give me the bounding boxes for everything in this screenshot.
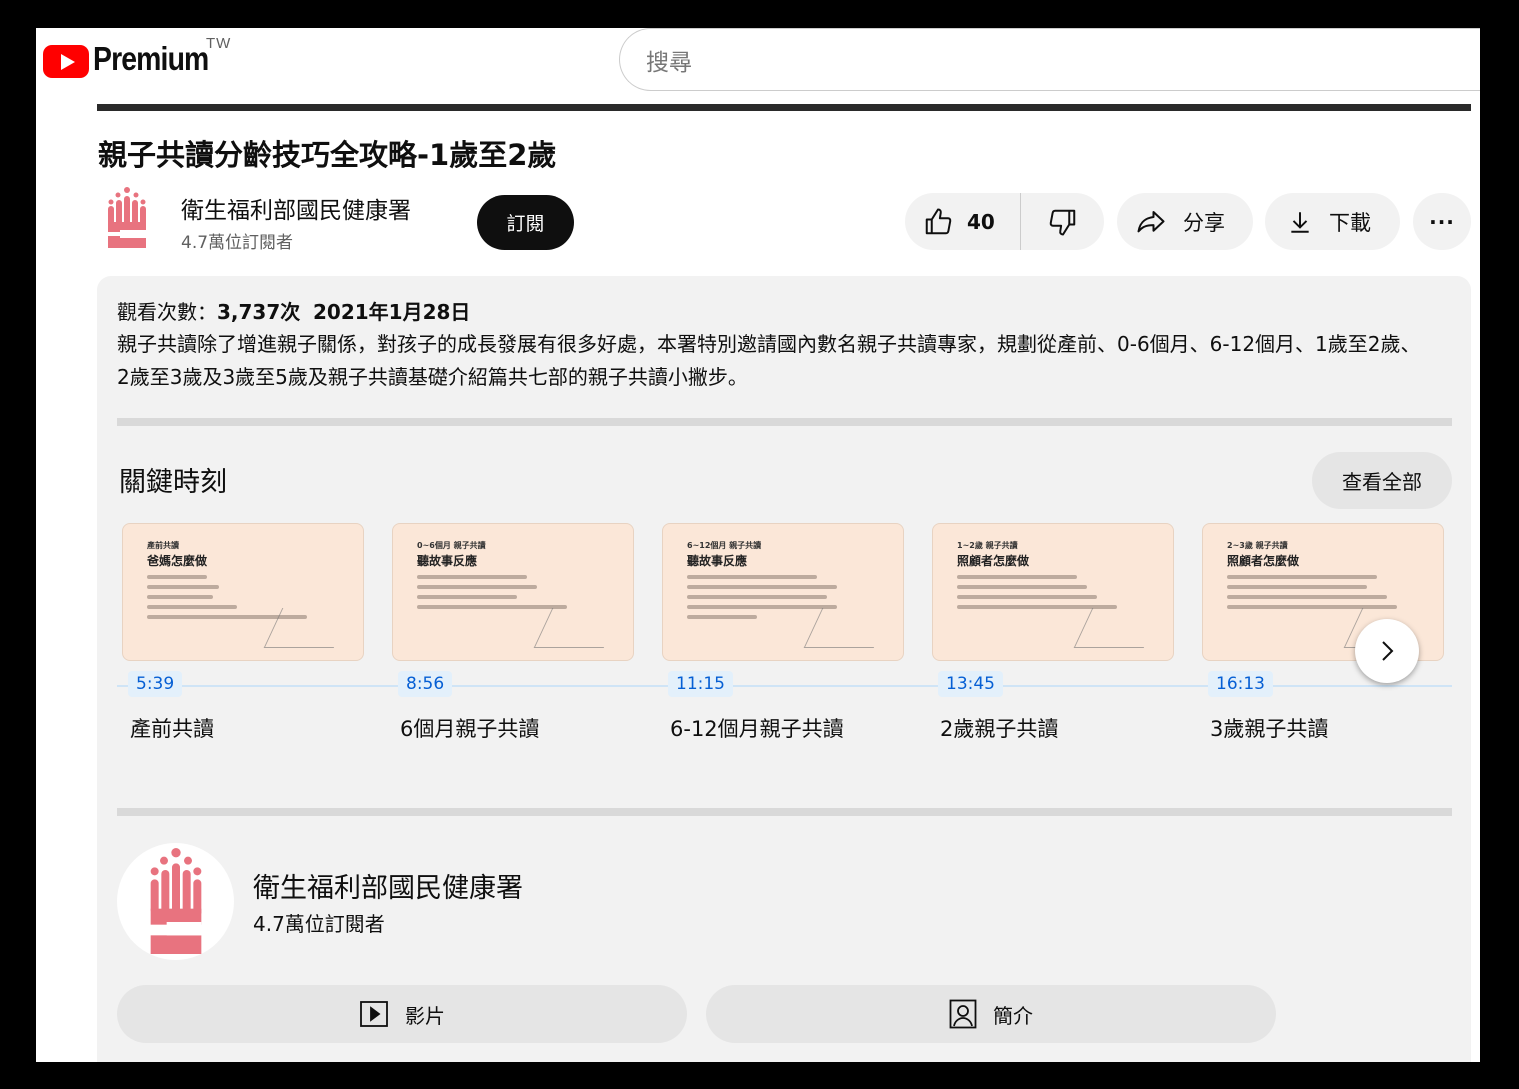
chapter-item[interactable]: 6~12個月 親子共讀 聽故事反應 11:15 6-12個月親子共讀 [662,523,904,741]
youtube-premium-logo[interactable]: Premium [43,40,227,78]
videos-button[interactable]: 影片 [117,985,687,1043]
like-count: 40 [967,209,995,234]
videos-label: 影片 [405,1003,445,1028]
like-dislike-group: 40 [905,193,1104,250]
chapter-title[interactable]: 2歲親子共讀 [940,713,1058,743]
about-label: 簡介 [993,1003,1033,1028]
download-button[interactable]: 下載 [1265,193,1400,250]
divider [117,808,1452,816]
share-label: 分享 [1183,210,1225,235]
dislike-icon [1049,209,1075,235]
chapter-title[interactable]: 3歲親子共讀 [1210,713,1328,743]
channel-hand-icon[interactable] [106,186,148,248]
chapter-title[interactable]: 產前共讀 [130,713,214,743]
thumb-subtitle: 產前共讀 [147,541,179,550]
video-meta: 觀看次數：3,737次 2021年1月28日 [117,296,470,325]
channel-name-large[interactable]: 衛生福利部國民健康署 [253,866,523,905]
key-moments-title: 關鍵時刻 [119,467,227,498]
subscribe-button[interactable]: 訂閱 [477,195,574,250]
thumb-title: 照顧者怎麼做 [1227,554,1300,568]
youtube-page: Premium TW 搜尋 親子共讀分齡技巧全攻略-1歲至2歲 衛生福利部國民健… [36,28,1480,1062]
chapter-thumbnail[interactable]: 0~6個月 親子共讀 聽故事反應 [392,523,634,661]
download-label: 下載 [1329,210,1371,235]
download-icon [1291,211,1309,233]
thumb-subtitle: 6~12個月 親子共讀 [687,541,762,550]
views-label: 觀看次數： [117,300,217,324]
subscriber-count-large: 4.7萬位訂閱者 [253,912,385,936]
dislike-button[interactable] [1021,193,1104,250]
divider [117,418,1452,426]
more-icon: ··· [1429,209,1455,234]
profile-icon [949,999,977,1029]
channel-avatar[interactable] [117,843,234,960]
chapter-thumbnail[interactable]: 6~12個月 親子共讀 聽故事反應 [662,523,904,661]
thumb-subtitle: 1~2歲 親子共讀 [957,541,1018,550]
channel-name[interactable]: 衛生福利部國民健康署 [181,191,411,225]
region-code: TW [206,35,232,52]
chapter-title[interactable]: 6-12個月親子共讀 [670,713,844,743]
view-count: 3,737次 [217,300,301,324]
chapter-timestamp[interactable]: 5:39 [128,671,183,697]
description-box[interactable]: 觀看次數：3,737次 2021年1月28日 親子共讀除了增進親子關係，對孩子的… [97,276,1471,1062]
youtube-logo-icon [43,45,89,78]
video-title: 親子共讀分齡技巧全攻略-1歲至2歲 [98,138,557,172]
next-chapters-button[interactable] [1355,619,1419,683]
chapter-item[interactable]: 0~6個月 親子共讀 聽故事反應 8:56 6個月親子共讀 [392,523,634,741]
search-input[interactable]: 搜尋 [619,28,1480,91]
view-all-button[interactable]: 查看全部 [1312,452,1452,509]
share-button[interactable]: 分享 [1117,193,1253,250]
chapter-thumbnail[interactable]: 產前共讀 爸媽怎麼做 [122,523,364,661]
like-icon [925,208,952,234]
chapter-timestamp[interactable]: 8:56 [398,671,453,697]
about-button[interactable]: 簡介 [706,985,1276,1043]
video-player-edge [97,104,1471,111]
channel-hand-icon [150,847,201,954]
more-actions-button[interactable]: ··· [1413,193,1471,250]
logo-text: Premium [93,40,209,77]
share-icon [1137,210,1165,232]
chapter-timestamp[interactable]: 13:45 [938,671,1003,697]
subscriber-count: 4.7萬位訂閱者 [181,233,294,253]
chapter-timestamp[interactable]: 11:15 [668,671,733,697]
thumb-subtitle: 2~3歲 親子共讀 [1227,541,1288,550]
like-button[interactable]: 40 [905,193,1021,250]
thumb-subtitle: 0~6個月 親子共讀 [417,541,486,550]
chevron-right-icon [1382,641,1394,661]
chapter-timestamp[interactable]: 16:13 [1208,671,1273,697]
chapter-title[interactable]: 6個月親子共讀 [400,713,539,743]
upload-date: 2021年1月28日 [312,300,471,324]
thumb-title: 爸媽怎麼做 [147,554,208,568]
chapter-item[interactable]: 1~2歲 親子共讀 照顧者怎麼做 13:45 2歲親子共讀 [932,523,1174,741]
search-placeholder: 搜尋 [646,49,692,76]
description-text: 親子共讀除了增進親子關係，對孩子的成長發展有很多好處，本署特別邀請國內數名親子共… [117,332,1421,389]
thumb-title: 聽故事反應 [687,554,748,568]
thumb-title: 照顧者怎麼做 [957,554,1030,568]
video-play-icon [360,1001,388,1027]
chapter-item[interactable]: 產前共讀 爸媽怎麼做 5:39 產前共讀 [122,523,364,741]
chapter-thumbnail[interactable]: 1~2歲 親子共讀 照顧者怎麼做 [932,523,1174,661]
thumb-title: 聽故事反應 [417,554,478,568]
